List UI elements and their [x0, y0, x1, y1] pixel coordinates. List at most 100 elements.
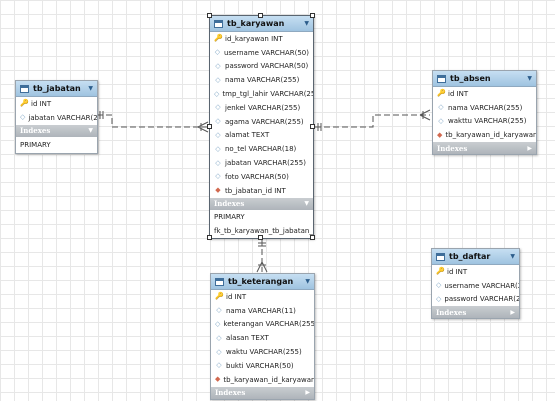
column-row[interactable]: ◇ waktu VARCHAR(255)	[211, 345, 314, 359]
column-icon: ◇	[438, 103, 444, 112]
column-row[interactable]: ◇ alamat TEXT	[210, 129, 313, 143]
table-header[interactable]: tb_karyawan ▼	[210, 16, 313, 32]
column-icon: ◇	[216, 347, 222, 356]
indexes-bar[interactable]: Indexes ▶	[433, 142, 536, 155]
table-tb-jabatan[interactable]: tb_jabatan ▼ 🔑id INT ◇jabatan VARCHAR(25…	[15, 80, 98, 154]
table-tb-karyawan[interactable]: tb_karyawan ▼ 🔑 id_karyawan INT ◇ username…	[209, 15, 314, 239]
expand-triangle-icon[interactable]: ▶	[305, 389, 310, 396]
table-name: tb_daftar	[449, 252, 491, 261]
column-row[interactable]: ◇jabatan VARCHAR(255)	[16, 111, 97, 125]
column-row[interactable]: ◇ nama VARCHAR(255)	[433, 101, 536, 115]
table-name: tb_keterangan	[228, 277, 294, 286]
column-row[interactable]: ◇ nama VARCHAR(11)	[211, 304, 314, 318]
resize-handle[interactable]	[310, 124, 315, 129]
column-icon: ◇	[215, 75, 221, 84]
foreign-key-icon: ◆	[437, 130, 443, 139]
column-row[interactable]: 🔑 id_karyawan INT	[210, 32, 313, 46]
collapse-triangle-icon[interactable]: ▼	[510, 253, 515, 260]
indexes-bar[interactable]: Indexes ▶	[432, 306, 519, 319]
column-icon: ◇	[215, 158, 221, 167]
column-row[interactable]: ◇ alasan TEXT	[211, 331, 314, 345]
column-icon: ◇	[216, 361, 222, 370]
resize-handle[interactable]	[310, 235, 315, 240]
column-row[interactable]: ◇ password VARCHAR(50)	[210, 60, 313, 74]
index-row[interactable]: PRIMARY	[16, 137, 97, 153]
column-row[interactable]: ◆tb_karyawan_id_karyawan I...	[211, 373, 314, 387]
collapse-triangle-icon[interactable]: ▼	[88, 127, 93, 134]
resize-handle[interactable]	[207, 124, 212, 129]
column-row[interactable]: 🔑 id INT	[16, 97, 97, 111]
table-tb-keterangan[interactable]: tb_keterangan ▼ 🔑 id INT ◇ nama VARCHAR(11…	[210, 273, 315, 400]
primary-key-icon: 🔑	[20, 99, 29, 108]
column-icon: ◇	[215, 117, 221, 126]
column-row[interactable]: 🔑 id INT	[211, 290, 314, 304]
column-row[interactable]: ◇ tmp_tgl_lahir VARCHAR(255)	[210, 87, 313, 101]
indexes-bar[interactable]: Indexes ▼	[210, 197, 313, 210]
index-row[interactable]: PRIMARY	[210, 210, 313, 224]
column-row[interactable]: 🔑 id INT	[432, 265, 519, 279]
collapse-triangle-icon[interactable]: ▼	[304, 20, 309, 27]
table-tb-daftar[interactable]: tb_daftar ▼ 🔑id INT ◇username VARCHAR(25…	[431, 248, 520, 320]
column-row[interactable]: ◇ agama VARCHAR(255)	[210, 115, 313, 129]
collapse-triangle-icon[interactable]: ▼	[304, 200, 309, 207]
table-name: tb_absen	[450, 74, 491, 83]
primary-key-icon: 🔑	[215, 292, 224, 301]
primary-key-icon: 🔑	[437, 89, 446, 98]
table-name: tb_karyawan	[227, 19, 285, 28]
resize-handle[interactable]	[207, 235, 212, 240]
column-icon: ◇	[215, 103, 221, 112]
column-row[interactable]: ◇ wakttu VARCHAR(255)	[433, 115, 536, 129]
column-row[interactable]: ◇ username VARCHAR(50)	[210, 46, 313, 60]
foreign-key-icon: ◆	[215, 186, 221, 195]
column-icon: ◇	[215, 130, 221, 139]
resize-handle[interactable]	[310, 13, 315, 18]
column-row[interactable]: ◇ bukti VARCHAR(50)	[211, 359, 314, 373]
collapse-triangle-icon[interactable]: ▼	[305, 278, 310, 285]
table-icon	[436, 252, 445, 261]
resize-handle[interactable]	[258, 235, 263, 240]
column-icon: ◇	[436, 281, 442, 290]
collapse-triangle-icon[interactable]: ▼	[88, 85, 93, 92]
column-row[interactable]: ◇password VARCHAR(255)	[432, 293, 519, 307]
column-row[interactable]: ◆ tb_jabatan_id INT	[210, 184, 313, 198]
foreign-key-icon: ◆	[215, 375, 221, 384]
column-row[interactable]: 🔑 id INT	[433, 87, 536, 101]
column-row[interactable]: ◇ keterangan VARCHAR(255)	[211, 318, 314, 332]
collapse-triangle-icon[interactable]: ▼	[527, 75, 532, 82]
primary-key-icon: 🔑	[436, 267, 445, 276]
expand-triangle-icon[interactable]: ▶	[510, 309, 515, 316]
indexes-bar[interactable]: Indexes ▶	[211, 386, 314, 399]
table-tb-absen[interactable]: tb_absen ▼ 🔑 id INT ◇ nama VARCHAR(255) ◇ w…	[432, 70, 537, 156]
column-row[interactable]: ◇jabatan VARCHAR(255)	[210, 156, 313, 170]
resize-handle[interactable]	[207, 13, 212, 18]
table-header[interactable]: tb_absen ▼	[433, 71, 536, 87]
column-row[interactable]: ◇ no_tel VARCHAR(18)	[210, 142, 313, 156]
column-list: 🔑 id_karyawan INT ◇ username VARCHAR(50) ◇…	[210, 32, 313, 198]
column-icon: ◇	[214, 89, 220, 98]
expand-triangle-icon[interactable]: ▶	[527, 145, 532, 152]
column-icon: ◇	[216, 333, 222, 342]
indexes-bar[interactable]: Indexes ▼	[16, 124, 97, 137]
table-header[interactable]: tb_keterangan ▼	[211, 274, 314, 290]
table-header[interactable]: tb_daftar ▼	[432, 249, 519, 265]
column-icon: ◇	[215, 319, 221, 328]
column-row[interactable]: ◇ jenkel VARCHAR(255)	[210, 101, 313, 115]
column-icon: ◇	[215, 61, 221, 70]
table-name: tb_jabatan	[33, 84, 81, 93]
relationship-karyawan-absen	[315, 114, 430, 128]
column-row[interactable]: ◇ nama VARCHAR(255)	[210, 73, 313, 87]
resize-handle[interactable]	[258, 13, 263, 18]
column-row[interactable]: ◇username VARCHAR(255)	[432, 279, 519, 293]
primary-key-icon: 🔑	[214, 34, 223, 43]
table-header[interactable]: tb_jabatan ▼	[16, 81, 97, 97]
column-row[interactable]: ◆tb_karyawan_id_karyawan I...	[433, 128, 536, 142]
column-icon: ◇	[216, 306, 222, 315]
table-icon	[215, 277, 224, 286]
column-icon: ◇	[215, 144, 221, 153]
column-icon: ◇	[215, 172, 221, 181]
column-row[interactable]: ◇ foto VARCHAR(50)	[210, 170, 313, 184]
table-icon	[214, 19, 223, 28]
table-icon	[437, 74, 446, 83]
column-icon: ◇	[438, 116, 444, 125]
column-icon: ◇	[436, 294, 442, 303]
